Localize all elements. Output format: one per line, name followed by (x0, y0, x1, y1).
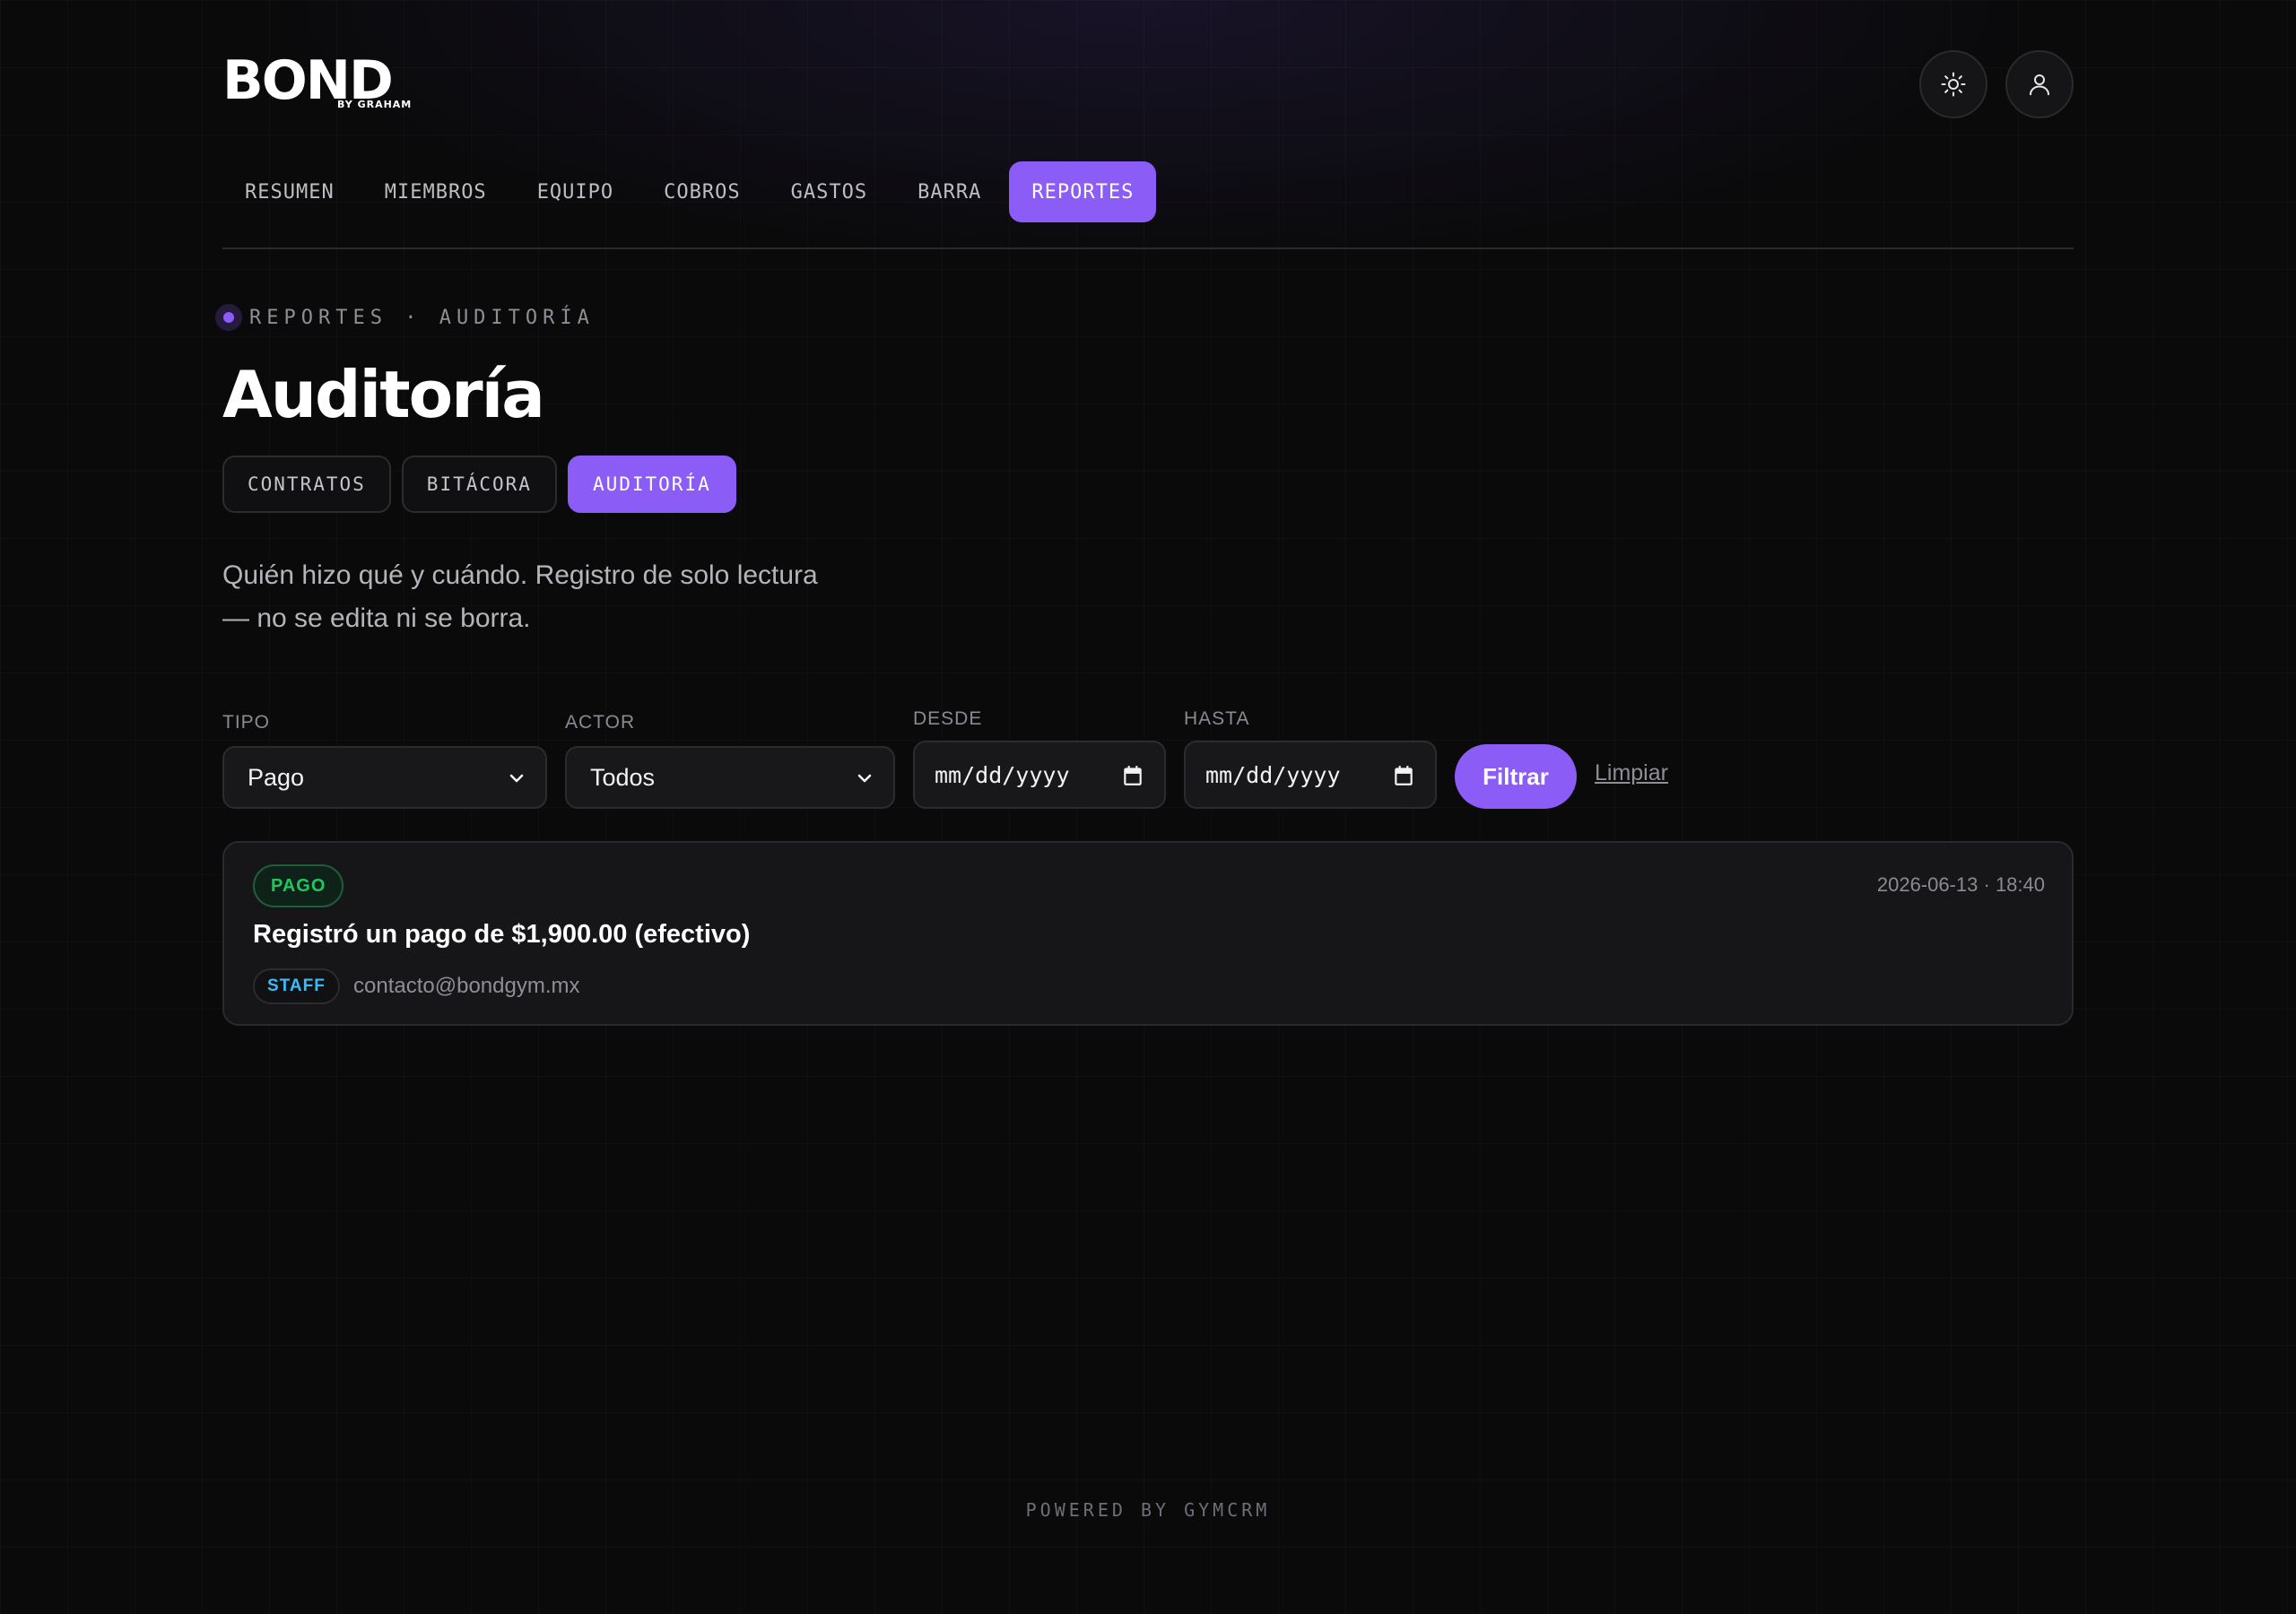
tipo-select-value: Pago (248, 763, 305, 791)
calendar-icon[interactable] (1121, 764, 1144, 787)
actor-select-value: Todos (590, 763, 656, 791)
main-nav: RESUMEN MIEMBROS EQUIPO COBROS GASTOS BA… (222, 161, 1161, 224)
role-badge: STAFF (253, 968, 340, 1004)
nav-item-resumen[interactable]: RESUMEN (222, 161, 357, 222)
user-icon (2030, 74, 2049, 96)
audit-entry[interactable]: PAGO 2026-06-13 · 18:40 Registró un pago… (222, 841, 2074, 1026)
tab-auditoria[interactable]: AUDITORÍA (567, 456, 736, 513)
footer-powered-by: POWERED BY GYMCRM (1025, 1499, 1271, 1521)
description-line-2: — no se edita ni se borra. (222, 603, 531, 633)
chevron-down-icon (509, 774, 524, 783)
actor-select[interactable]: Todos (565, 746, 895, 809)
status-dot-icon (215, 304, 242, 331)
nav-item-equipo[interactable]: EQUIPO (515, 161, 636, 222)
hasta-label: HASTA (1184, 708, 1250, 729)
desde-placeholder: mm/dd/yyyy (935, 761, 1070, 788)
brand-logo[interactable]: BOND BY GRAHAM (222, 54, 420, 113)
nav-item-gastos[interactable]: GASTOS (769, 161, 890, 222)
nav-item-cobros[interactable]: COBROS (641, 161, 762, 222)
hasta-placeholder: mm/dd/yyyy (1205, 761, 1341, 788)
breadcrumb: REPORTES · AUDITORÍA (215, 301, 595, 334)
nav-item-miembros[interactable]: MIEMBROS (362, 161, 509, 222)
calendar-icon[interactable] (1392, 764, 1415, 787)
hasta-date-input[interactable]: mm/dd/yyyy (1184, 741, 1437, 809)
tipo-select[interactable]: Pago (222, 746, 547, 809)
breadcrumb-text: REPORTES · AUDITORÍA (249, 306, 595, 329)
account-button[interactable] (2005, 50, 2074, 118)
nav-item-barra[interactable]: BARRA (895, 161, 1004, 222)
logo-tagline: BY GRAHAM (337, 99, 413, 110)
report-tabs: CONTRATOS BITÁCORA AUDITORÍA (222, 456, 747, 513)
clear-filters-link[interactable]: Limpiar (1595, 760, 1668, 786)
theme-toggle-button[interactable] (1919, 50, 1987, 118)
tab-contratos[interactable]: CONTRATOS (222, 456, 391, 513)
tab-bitacora[interactable]: BITÁCORA (401, 456, 557, 513)
chevron-down-icon (857, 774, 872, 783)
desde-date-input[interactable]: mm/dd/yyyy (913, 741, 1166, 809)
nav-item-reportes[interactable]: REPORTES (1009, 161, 1157, 222)
entry-timestamp: 2026-06-13 · 18:40 (1876, 873, 2045, 896)
page-title: Auditoría (222, 357, 545, 432)
page-description: Quién hizo qué y cuándo. Registro de sol… (222, 554, 868, 640)
sun-icon (1941, 72, 1966, 97)
nav-divider (222, 247, 2074, 249)
type-badge: PAGO (253, 864, 344, 907)
actor-email: contacto@bondgym.mx (353, 974, 580, 998)
desde-label: DESDE (913, 708, 983, 729)
filter-button[interactable]: Filtrar (1455, 744, 1577, 809)
description-line-1: Quién hizo qué y cuándo. Registro de sol… (222, 560, 818, 590)
actor-label: ACTOR (565, 712, 636, 733)
entry-description: Registró un pago de $1,900.00 (efectivo) (253, 920, 751, 949)
tipo-label: TIPO (222, 712, 271, 733)
app-container: BOND BY GRAHAM RESUMEN MIEMBROS EQUIPO C… (215, 0, 2074, 1614)
